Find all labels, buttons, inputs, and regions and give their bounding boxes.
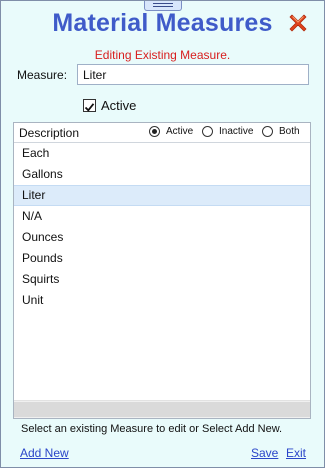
window-title: Material Measures: [52, 9, 273, 37]
filter-inactive-radio[interactable]: Inactive: [202, 126, 253, 137]
radio-selected-icon[interactable]: [149, 126, 160, 137]
active-label: Active: [101, 97, 137, 113]
list-item-selected[interactable]: Liter: [14, 185, 310, 206]
list-item[interactable]: Pounds: [14, 248, 310, 269]
active-checkbox[interactable]: Active: [83, 97, 136, 113]
list-item[interactable]: N/A: [14, 206, 310, 227]
checkmark-icon: [84, 102, 95, 112]
horizontal-scrollbar[interactable]: [14, 400, 310, 418]
list-item[interactable]: Each: [14, 143, 310, 164]
scrollbar-thumb[interactable]: [14, 402, 310, 417]
measures-list[interactable]: Description Active Inactive Both Each Ga…: [13, 122, 311, 419]
list-items: Each Gallons Liter N/A Ounces Pounds Squ…: [14, 143, 310, 311]
list-item[interactable]: Ounces: [14, 227, 310, 248]
measure-label: Measure:: [17, 68, 68, 82]
radio-unselected-icon[interactable]: [262, 126, 273, 137]
material-measures-window: Material Measures Editing Existing Measu…: [0, 0, 325, 468]
filter-active-label: Active: [166, 126, 194, 137]
filter-active-radio[interactable]: Active: [149, 126, 193, 137]
measure-input[interactable]: [77, 64, 309, 85]
checkbox-box[interactable]: [83, 98, 96, 112]
description-column-header: Description: [19, 126, 80, 140]
status-message: Editing Existing Measure.: [94, 48, 231, 62]
exit-link[interactable]: Exit: [286, 446, 306, 460]
list-item[interactable]: Squirts: [14, 269, 310, 290]
filter-both-label: Both: [279, 126, 300, 137]
instruction-text: Select an existing Measure to edit or Se…: [21, 423, 283, 435]
list-item[interactable]: Unit: [14, 290, 310, 311]
close-icon[interactable]: [288, 13, 308, 33]
list-header: Description Active Inactive Both: [14, 123, 310, 143]
filter-inactive-label: Inactive: [219, 126, 254, 137]
grip-line: [153, 3, 173, 4]
add-new-link[interactable]: Add New: [20, 446, 69, 460]
list-item[interactable]: Gallons: [14, 164, 310, 185]
grip-line: [153, 6, 173, 7]
save-link[interactable]: Save: [251, 446, 278, 460]
filter-both-radio[interactable]: Both: [262, 126, 300, 137]
radio-unselected-icon[interactable]: [202, 126, 213, 137]
